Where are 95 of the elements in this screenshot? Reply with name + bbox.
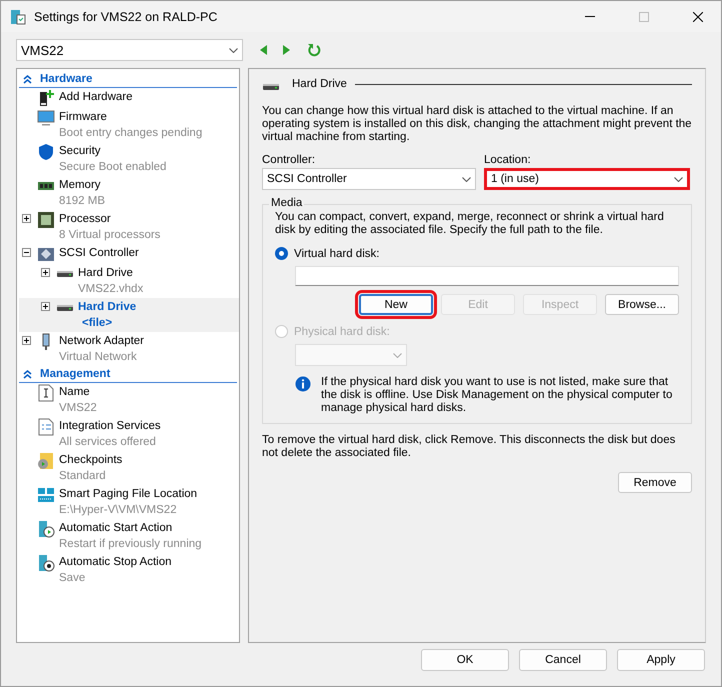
info-text: If the physical hard disk you want to use is not listed, make sure that the disk is offline. Use Disk Management on the physical computer to manage physical hard disks. — [321, 376, 674, 415]
radio-label: Physical hard disk: — [294, 326, 390, 338]
collapse-section-icon[interactable] — [23, 74, 32, 84]
item-label: Processor — [59, 212, 112, 227]
section-title: Management — [40, 368, 110, 380]
remove-button[interactable]: Remove — [618, 472, 692, 493]
tree-item[interactable]: Automatic Stop Action Save — [19, 553, 239, 587]
panel-title: Hard Drive — [292, 78, 347, 90]
action-button[interactable]: Browse... — [605, 294, 679, 315]
tree-item[interactable]: Memory 8192 MB — [19, 176, 239, 210]
media-description: You can compact, convert, expand, merge, reconnect or shrink a virtual hard disk by editing the associated file. Specify the full path to the file. — [275, 211, 665, 237]
vm-dropdown[interactable]: VMS22 — [16, 39, 243, 61]
caret-icon — [229, 48, 238, 52]
item-label: Network Adapter — [59, 334, 144, 349]
item-detail: <file> — [81, 316, 114, 331]
remove-note: To remove the virtual hard disk, click Remove. This disconnects the disk but does not delete the associated file. — [262, 434, 676, 460]
expand-icon[interactable] — [22, 336, 31, 345]
tree-item[interactable]: Processor 8 Virtual processors — [19, 210, 239, 244]
text-cursor-icon — [37, 384, 55, 402]
expand-icon[interactable] — [41, 302, 50, 311]
expand-icon[interactable] — [41, 268, 50, 277]
info-icon — [295, 376, 311, 392]
collapse-section-icon[interactable] — [23, 370, 32, 378]
item-detail: E:\Hyper-V\VM\VMS22 — [59, 503, 178, 518]
settings-app-icon — [10, 8, 26, 24]
tree-item[interactable]: SCSI Controller — [19, 244, 239, 264]
location-dropdown[interactable]: 1 (in use) — [484, 168, 690, 190]
tree-item[interactable]: Security Secure Boot enabled — [19, 142, 239, 176]
item-label: Security — [59, 144, 102, 159]
item-label: Hard Drive — [78, 300, 136, 315]
item-detail: Standard — [59, 469, 107, 484]
item-detail: Secure Boot enabled — [59, 160, 166, 175]
field-label: Controller: — [262, 154, 316, 166]
item-label: Checkpoints — [59, 453, 122, 468]
intro-text: You can change how this virtual hard disk is attached to the virtual machine. If an operating system is installed on this disk, changing the attachment might prevent the virtual machine from starting. — [262, 105, 692, 144]
item-label: Add Hardware — [59, 90, 133, 105]
tree-item[interactable]: Automatic Start Action Restart if previously running — [19, 519, 239, 553]
dialog-button[interactable]: Cancel — [519, 649, 607, 671]
add-hardware-icon — [37, 89, 55, 107]
item-label: Integration Services — [59, 419, 161, 434]
chip-icon — [37, 211, 55, 229]
play-action-icon — [37, 520, 55, 538]
dialog-button[interactable]: Apply — [617, 649, 705, 671]
expand-icon[interactable] — [22, 214, 31, 223]
close-icon[interactable] — [693, 12, 703, 22]
item-detail: Virtual Network — [59, 350, 138, 365]
checklist-icon — [37, 418, 55, 436]
item-detail: All services offered — [59, 435, 157, 450]
tree-item[interactable]: Smart Paging File Location E:\Hyper-V\VM\VMS22 — [19, 485, 239, 519]
item-label: SCSI Controller — [59, 246, 139, 261]
section-title: Hardware — [40, 73, 92, 85]
stop-action-icon — [37, 554, 55, 572]
item-label: Smart Paging File Location — [59, 487, 198, 502]
shield-icon — [37, 143, 55, 161]
tree-item[interactable]: Firmware Boot entry changes pending — [19, 108, 239, 142]
item-detail: Restart if previously running — [59, 537, 202, 552]
path-field[interactable] — [295, 266, 679, 286]
tree-item[interactable]: Hard Drive <file> — [19, 298, 239, 332]
item-label: Firmware — [59, 110, 108, 125]
window-title: Settings for VMS22 on RALD-PC — [34, 10, 218, 24]
tree-item[interactable]: Checkpoints Standard — [19, 451, 239, 485]
field-label: Location: — [484, 154, 532, 166]
item-detail: 8192 MB — [59, 194, 106, 209]
item-detail: Boot entry changes pending — [59, 126, 202, 141]
controller-dropdown[interactable]: SCSI Controller — [262, 168, 476, 190]
tree-item[interactable]: Hard Drive VMS22.vhdx — [19, 264, 239, 298]
item-label: Automatic Start Action — [59, 521, 174, 536]
group-title: Media — [269, 197, 304, 209]
controller-icon — [37, 245, 55, 263]
item-label: Hard Drive — [78, 266, 134, 281]
hard-drive-icon — [56, 304, 74, 312]
item-label: Automatic Stop Action — [59, 555, 172, 570]
tree-item[interactable]: Network Adapter Virtual Network — [19, 332, 239, 366]
hard-drive-icon — [56, 270, 74, 278]
item-detail: VMS22 — [59, 401, 97, 416]
tree-item[interactable]: Add Hardware — [19, 88, 239, 108]
maximize-icon — [639, 12, 649, 22]
radio-label: Virtual hard disk: — [294, 248, 380, 260]
tree-item[interactable]: Integration Services All services offered — [19, 417, 239, 451]
dialog-button[interactable]: OK — [421, 649, 509, 671]
item-detail: VMS22.vhdx — [78, 282, 144, 297]
radio-button[interactable] — [275, 247, 288, 260]
item-label: Name — [59, 385, 91, 400]
item-label: Memory — [59, 178, 102, 193]
paging-icon — [37, 486, 55, 504]
caret-icon — [462, 176, 471, 182]
caret-icon — [393, 352, 402, 358]
collapse-icon[interactable] — [22, 248, 31, 257]
refresh-icon[interactable] — [307, 43, 321, 57]
item-detail: 8 Virtual processors — [59, 228, 160, 243]
monitor-icon — [37, 109, 55, 127]
tree-item[interactable]: Name VMS22 — [19, 383, 239, 417]
hard-drive-icon — [262, 82, 280, 90]
item-detail: Save — [59, 571, 86, 586]
caret-icon — [674, 176, 683, 182]
